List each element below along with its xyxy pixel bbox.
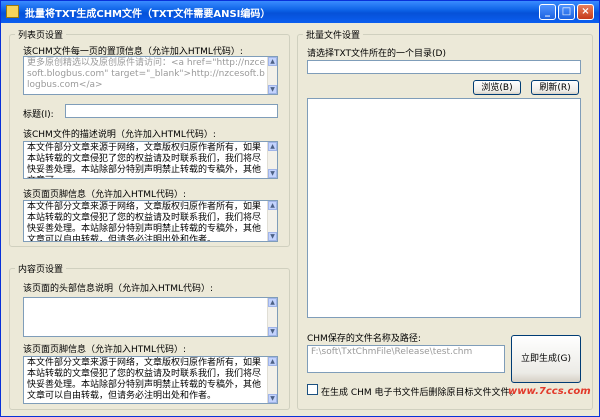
close-button[interactable]: ×: [577, 4, 594, 20]
content-footer-scrollbar[interactable]: ▲ ▼: [267, 357, 277, 403]
site-watermark: www.7ccs.com: [508, 386, 591, 397]
desc-label: 该CHM文件的描述说明（允许加入HTML代码）:: [23, 130, 216, 140]
desc-text: 本文件部分文章来源于网络，文章版权归原作者所有，如果本站转载的文章侵犯了您的权益…: [27, 143, 262, 178]
content-footer-label: 该页面页脚信息（允许加入HTML代码）:: [23, 345, 187, 355]
batch-settings-legend: 批量文件设置: [303, 28, 364, 41]
delete-after-label: 在生成 CHM 电子书文件后删除原目标文件文件。: [321, 388, 519, 398]
top-info-scrollbar[interactable]: ▲ ▼: [267, 57, 277, 94]
desc-scrollbar[interactable]: ▲ ▼: [267, 142, 277, 178]
generate-button[interactable]: 立即生成(G): [511, 335, 581, 383]
content-header-textarea[interactable]: ▲ ▼: [23, 297, 278, 337]
content-footer-textarea[interactable]: 本文件部分文章来源于网络，文章版权归原作者所有，如果本站转载的文章侵犯了您的权益…: [23, 356, 278, 404]
scroll-up-icon[interactable]: ▲: [268, 201, 277, 210]
content-settings-legend: 内容页设置: [15, 262, 67, 275]
list-settings-legend: 列表页设置: [15, 28, 67, 41]
delete-after-checkbox[interactable]: [307, 384, 318, 395]
dir-label: 请选择TXT文件所在的一个目录(D): [307, 49, 446, 59]
scroll-down-icon[interactable]: ▼: [268, 85, 277, 94]
app-icon: [6, 5, 19, 18]
watermark-text: www.7ccs.com: [508, 386, 591, 397]
scroll-down-icon[interactable]: ▼: [268, 394, 277, 403]
scroll-down-icon[interactable]: ▼: [268, 232, 277, 241]
list-footer-text: 本文件部分文章来源于网络，文章版权归原作者所有，如果本站转载的文章侵犯了您的权益…: [27, 202, 262, 242]
chm-path-input[interactable]: F:\soft\TxtChmFile\Release\test.chm: [307, 345, 505, 373]
minimize-button[interactable]: _: [539, 4, 556, 20]
window-title: 批量将TXT生成CHM文件（TXT文件需要ANSI编码）: [25, 9, 271, 20]
scroll-down-icon[interactable]: ▼: [268, 169, 277, 178]
app-window: 批量将TXT生成CHM文件（TXT文件需要ANSI编码） _ □ × 列表页设置…: [0, 0, 600, 417]
content-header-label: 该页面的头部信息说明（允许加入HTML代码）:: [23, 284, 214, 294]
list-footer-label: 该页面页脚信息（允许加入HTML代码）:: [23, 190, 187, 200]
maximize-button[interactable]: □: [558, 4, 575, 20]
dir-input[interactable]: [307, 60, 581, 74]
top-info-text: 更多原创精选以及原创原件请访问：<a href="http://nzcesoft…: [27, 58, 265, 90]
scroll-up-icon[interactable]: ▲: [268, 298, 277, 307]
list-footer-textarea[interactable]: 本文件部分文章来源于网络，文章版权归原作者所有，如果本站转载的文章侵犯了您的权益…: [23, 200, 278, 242]
scroll-up-icon[interactable]: ▲: [268, 357, 277, 366]
list-footer-scrollbar[interactable]: ▲ ▼: [267, 201, 277, 241]
title-bar[interactable]: 批量将TXT生成CHM文件（TXT文件需要ANSI编码） _ □ ×: [1, 1, 599, 23]
title-label: 标题(I):: [23, 110, 54, 120]
chm-path-text: F:\soft\TxtChmFile\Release\test.chm: [311, 347, 473, 357]
refresh-button[interactable]: 刷新(R): [531, 80, 579, 95]
content-footer-text: 本文件部分文章来源于网络，文章版权归原作者所有，如果本站转载的文章侵犯了您的权益…: [27, 358, 262, 401]
title-input[interactable]: [65, 104, 278, 118]
top-info-textarea[interactable]: 更多原创精选以及原创原件请访问：<a href="http://nzcesoft…: [23, 56, 278, 95]
chm-path-label: CHM保存的文件名称及路径:: [307, 334, 421, 344]
content-header-scrollbar[interactable]: ▲ ▼: [267, 298, 277, 336]
scroll-up-icon[interactable]: ▲: [268, 142, 277, 151]
desc-textarea[interactable]: 本文件部分文章来源于网络，文章版权归原作者所有，如果本站转载的文章侵犯了您的权益…: [23, 141, 278, 179]
scroll-down-icon[interactable]: ▼: [268, 327, 277, 336]
file-list[interactable]: [307, 98, 581, 318]
browse-button[interactable]: 浏览(B): [473, 80, 521, 95]
scroll-up-icon[interactable]: ▲: [268, 57, 277, 66]
